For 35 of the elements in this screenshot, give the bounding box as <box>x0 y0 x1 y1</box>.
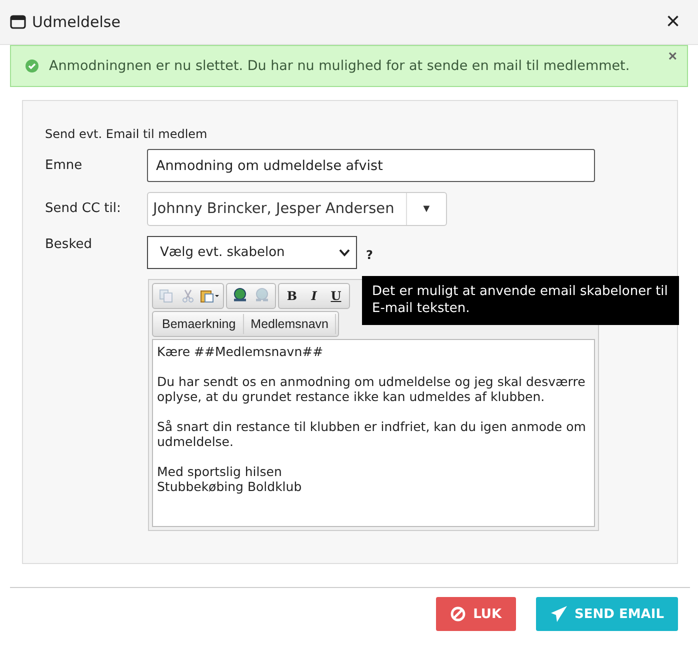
alert-close-button[interactable]: × <box>668 48 677 65</box>
close-dialog-button[interactable]: LUK <box>436 597 516 631</box>
check-circle-icon <box>25 59 39 73</box>
message-paragraph: Med sportslig hilsen Stubbekøbing Boldklub <box>157 464 303 494</box>
copy-icon <box>159 289 173 303</box>
merge-field-button[interactable]: Medlemsnavn <box>244 314 336 334</box>
field-label: Besked <box>45 236 94 252</box>
section-heading: Send evt. Email til medlem <box>45 127 208 141</box>
cc-select[interactable]: Johnny Brincker, Jesper Andersen ▼ <box>147 192 447 226</box>
merge-field-button[interactable]: Bemaerkning <box>155 314 244 334</box>
clipboard-icon <box>200 289 220 303</box>
chevron-down-icon <box>339 248 350 256</box>
globe-link-icon <box>232 288 248 304</box>
dropdown-toggle[interactable]: ▼ <box>406 193 446 225</box>
prohibited-icon <box>450 606 466 622</box>
underline-button[interactable]: U <box>325 286 347 306</box>
window-title: Udmeldelse <box>32 13 122 31</box>
template-select[interactable]: Vælg evt. skabelon <box>147 236 357 269</box>
scissors-icon <box>181 289 195 303</box>
italic-button[interactable]: I <box>303 286 325 306</box>
window-icon <box>10 15 26 29</box>
message-body[interactable] <box>152 339 595 527</box>
close-button[interactable]: × <box>660 10 686 34</box>
field-label: Send CC til: <box>45 200 122 216</box>
message-paragraph: Kære ##Medlemsnavn## <box>157 344 324 359</box>
help-marker[interactable]: ? <box>366 248 373 262</box>
paper-plane-icon <box>550 605 568 623</box>
alert-message: Anmodningnen er nu slettet. Du har nu mulighed for at sende en mail til medlemmet. <box>49 58 630 74</box>
field-label: Emne <box>45 157 84 173</box>
message-paragraph: Du har sendt os en anmodning om udmeldelse og jeg skal desværre oplyse, at du grundet restance ikke kan udmeldes af klubben. <box>157 374 586 404</box>
message-paragraph: Så snart din restance til klubben er indfriet, kan du igen anmode om udmeldelse. <box>157 419 587 449</box>
bold-button[interactable]: B <box>281 286 303 306</box>
subject-input[interactable]: Anmodning om udmeldelse afvist <box>147 149 595 182</box>
globe-unlink-icon <box>254 288 270 304</box>
tooltip: Det er muligt at anvende email skabeloner til E-mail teksten. <box>362 276 679 325</box>
